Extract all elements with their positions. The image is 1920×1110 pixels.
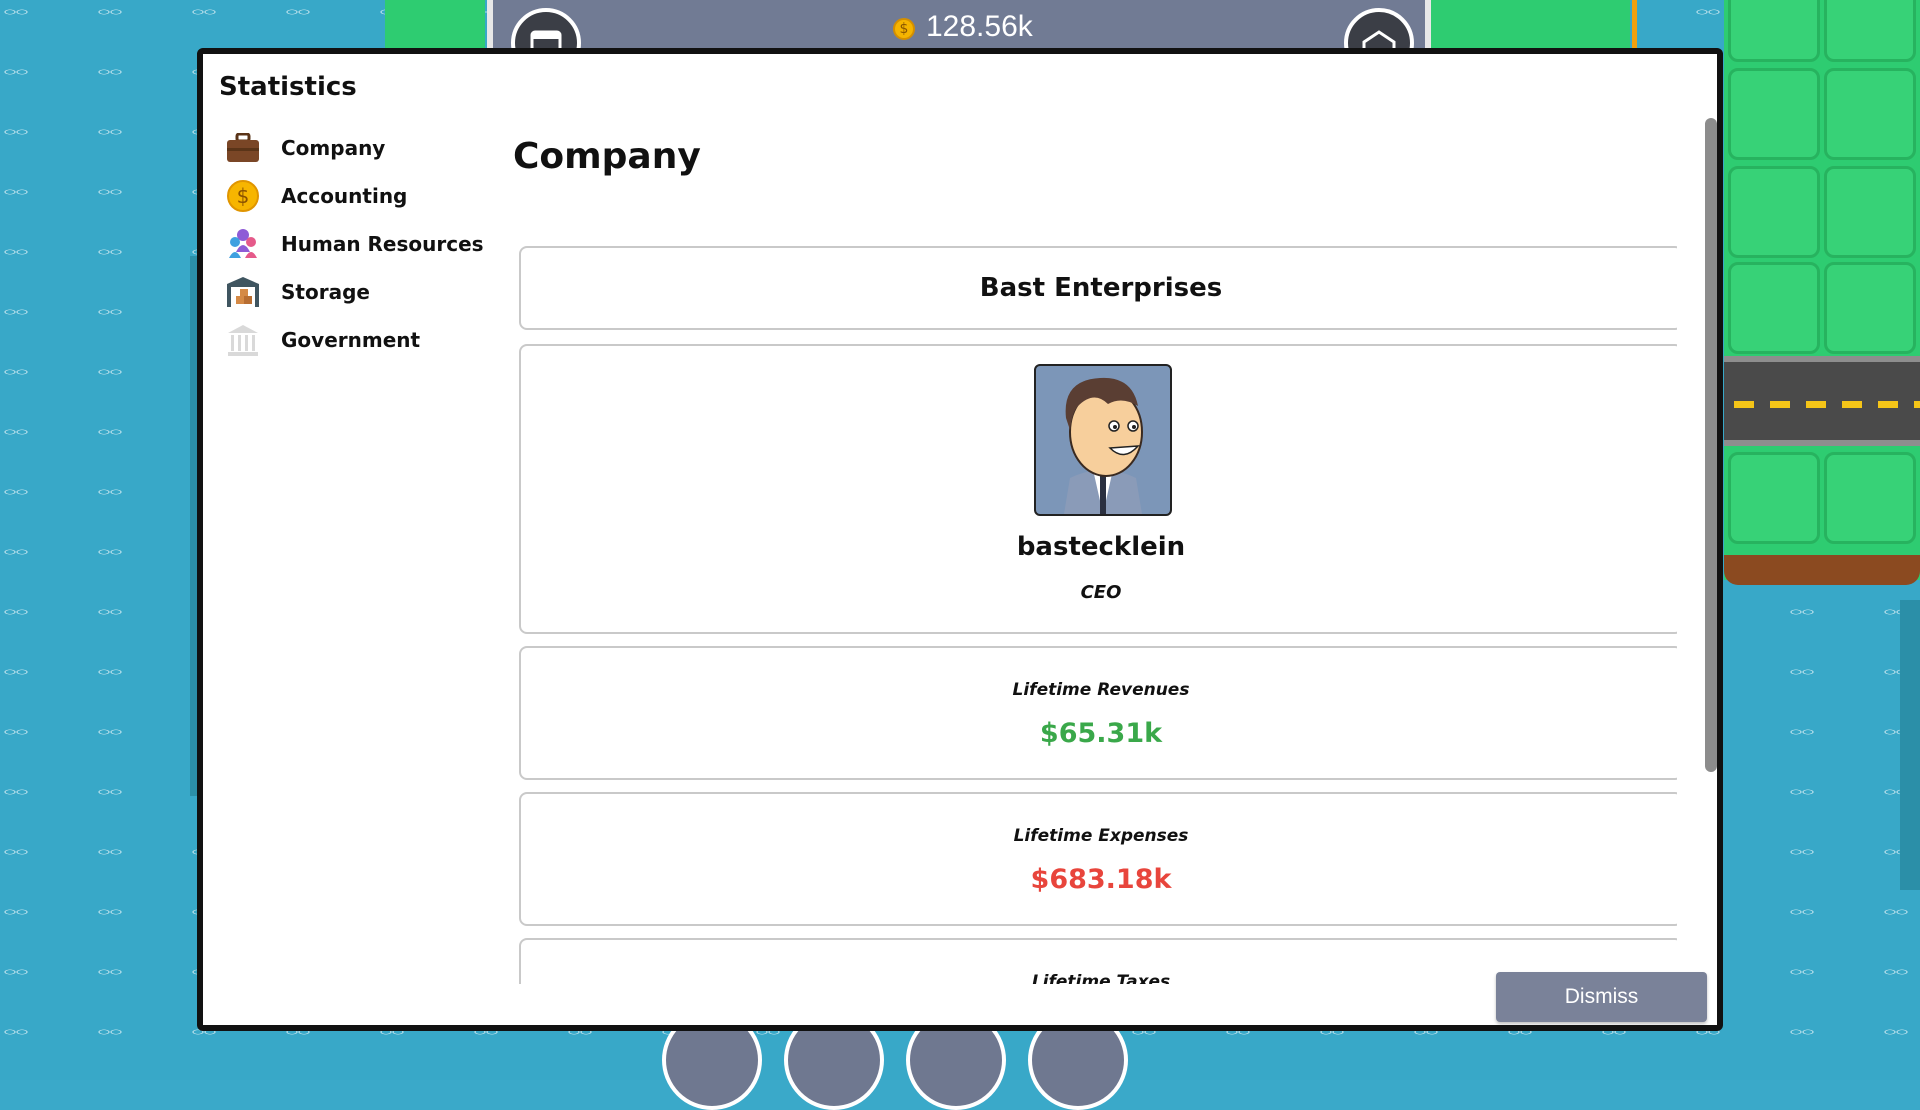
nav-label: Human Resources (281, 232, 484, 256)
grass-land (1724, 0, 1920, 580)
ceo-card: bastecklein CEO (519, 344, 1677, 634)
dirt-edge (1724, 555, 1920, 585)
nav-label: Accounting (281, 184, 408, 208)
stat-card-revenues: Lifetime Revenues $65.31k (519, 646, 1677, 780)
company-name: Bast Enterprises (979, 273, 1223, 303)
statistics-nav: Company $ Accounting Human Resources Sto… (225, 124, 484, 364)
nav-item-government[interactable]: Government (225, 316, 484, 364)
dialog-title: Statistics (219, 72, 357, 102)
dollar-coin-icon: $ (225, 178, 261, 214)
briefcase-icon (225, 130, 261, 166)
stat-value-expenses: $683.18k (1030, 864, 1172, 895)
stat-label: Lifetime Expenses (1013, 826, 1189, 846)
stat-value-revenues: $65.31k (1039, 718, 1163, 749)
nav-item-accounting[interactable]: $ Accounting (225, 172, 484, 220)
nav-item-storage[interactable]: Storage (225, 268, 484, 316)
government-building-icon (225, 322, 261, 358)
nav-label: Government (281, 328, 421, 352)
stat-label: Lifetime Revenues (1012, 680, 1190, 700)
nav-item-human-resources[interactable]: Human Resources (225, 220, 484, 268)
warehouse-icon (225, 274, 261, 310)
money-display: 128.56k (926, 10, 1033, 43)
nav-item-company[interactable]: Company (225, 124, 484, 172)
ceo-username: bastecklein (1016, 532, 1186, 562)
scrollbar[interactable] (1705, 118, 1717, 772)
ceo-role: CEO (1080, 582, 1122, 603)
company-name-card: Bast Enterprises (519, 246, 1677, 330)
stat-card-expenses: Lifetime Expenses $683.18k (519, 792, 1677, 926)
road (1724, 356, 1920, 446)
statistics-dialog: Statistics Company $ Accounting Human Re… (197, 48, 1723, 1031)
nav-label: Storage (281, 280, 370, 304)
coin-icon: $ (893, 18, 915, 40)
svg-text:$: $ (237, 184, 250, 208)
content-pane: Company Bast Enterprises bastecklein CEO… (509, 94, 1677, 984)
section-heading: Company (513, 136, 701, 177)
avatar (1034, 364, 1172, 516)
people-icon (225, 226, 261, 262)
structure (1900, 600, 1920, 890)
nav-label: Company (281, 136, 386, 160)
dismiss-button[interactable]: Dismiss (1496, 972, 1707, 1022)
